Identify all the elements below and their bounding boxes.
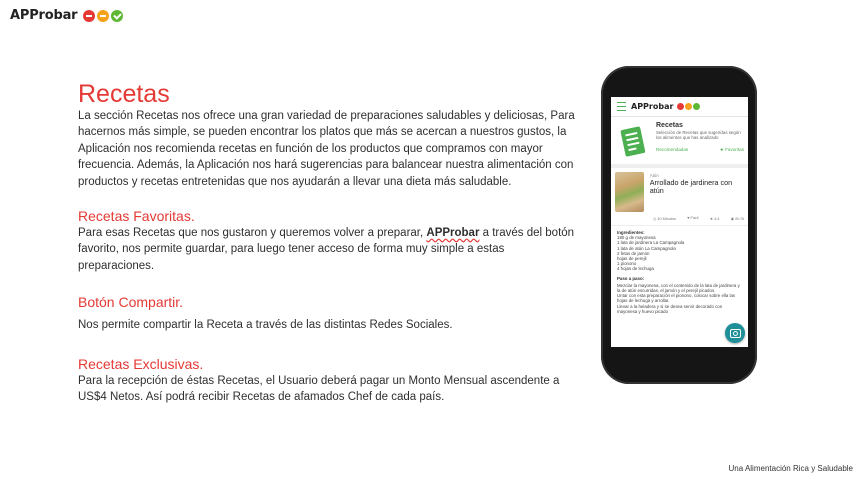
steps-title: Paso a paso: xyxy=(617,275,645,281)
section-compartir: Botón Compartir. Nos permite compartir l… xyxy=(78,293,578,333)
step-item: Llevar a la heladera y si se desea servi… xyxy=(617,303,723,314)
camera-icon xyxy=(729,328,741,338)
main-content: Recetas La sección Recetas nos ofrece un… xyxy=(78,80,578,405)
recipe-document-icon xyxy=(620,126,646,157)
logo-text: APProbar xyxy=(10,8,78,23)
compartir-heading: Botón Compartir. xyxy=(78,294,184,311)
favoritas-heading: Recetas Favoritas. xyxy=(78,208,195,225)
recipe-photo xyxy=(615,172,644,212)
app-bar: APProbar xyxy=(611,97,748,117)
app-logo-text: APProbar xyxy=(631,102,674,111)
header-links: Recomendadas Favoritas xyxy=(656,147,744,153)
recipe-details: Ingredientes: 180 g de mayonesa 1 lata d… xyxy=(611,226,748,318)
phone-mockup: APProbar Recetas Selección de Recetas qu… xyxy=(601,66,757,384)
step-item: Mezclar la mayonesa, con el contenido de… xyxy=(617,282,740,294)
green-check-icon xyxy=(111,9,124,22)
recipe-rating: 4.4 xyxy=(710,216,719,221)
green-dot-icon xyxy=(693,103,701,110)
favoritas-paragraph: Para esas Recetas que nos gustaron y que… xyxy=(78,225,578,274)
recipe-time: 40 Minutos xyxy=(653,216,676,221)
recipe-text: Atún Arrollado de jardinera con atún xyxy=(650,172,744,212)
favorites-link[interactable]: Favoritas xyxy=(720,147,744,153)
red-dot-icon xyxy=(677,103,685,110)
section-favoritas: Recetas Favoritas. Para esas Recetas que… xyxy=(78,207,578,274)
page-title: Recetas xyxy=(78,80,170,108)
hamburger-menu-icon[interactable] xyxy=(617,102,626,111)
recipe-card[interactable]: Atún Arrollado de jardinera con atún xyxy=(611,168,748,212)
recipe-meta: 40 Minutos Fácil 4.4 2h St xyxy=(611,212,748,226)
orange-dot-icon xyxy=(685,103,693,110)
logo-status-dots xyxy=(81,9,124,22)
approbar-logo: APProbar xyxy=(10,8,124,23)
favoritas-text-before: Para esas Recetas que nos gustaron y que… xyxy=(78,227,427,240)
recipe-level: Fácil xyxy=(687,216,699,221)
recommended-link[interactable]: Recomendadas xyxy=(656,147,688,153)
header-description: Selección de Recetas que sugerídas según… xyxy=(656,130,741,141)
favoritas-brand: APProbar xyxy=(426,227,480,240)
header-text: Recetas Selección de Recetas que sugeríd… xyxy=(656,122,744,160)
orange-dot-icon xyxy=(97,9,110,22)
section-exclusivas: Recetas Exclusivas. Para la recepción de… xyxy=(78,355,578,406)
compartir-paragraph: Nos permite compartir la Receta a través… xyxy=(78,319,453,332)
exclusivas-heading: Recetas Exclusivas. xyxy=(78,355,204,372)
camera-fab-button[interactable] xyxy=(725,323,745,343)
app-logo-dots xyxy=(676,103,701,110)
recipe-servings: 2h St xyxy=(731,216,744,221)
footer-tagline: Una Alimentación Rica y Saludable xyxy=(728,464,853,473)
header-title: Recetas xyxy=(656,122,683,129)
step-item: Untar con esta preparación el pionono, c… xyxy=(617,293,736,304)
intro-paragraph: La sección Recetas nos ofrece una gran v… xyxy=(78,110,575,188)
phone-screen: APProbar Recetas Selección de Recetas qu… xyxy=(611,97,748,347)
exclusivas-paragraph: Para la recepción de éstas Recetas, el U… xyxy=(78,374,560,404)
recetas-header-card: Recetas Selección de Recetas que sugeríd… xyxy=(611,117,748,168)
ingredient-item: 4 hojas de lechuga xyxy=(617,266,654,272)
recipe-title: Arrollado de jardinera con atún xyxy=(649,178,733,196)
red-dot-icon xyxy=(83,9,96,22)
